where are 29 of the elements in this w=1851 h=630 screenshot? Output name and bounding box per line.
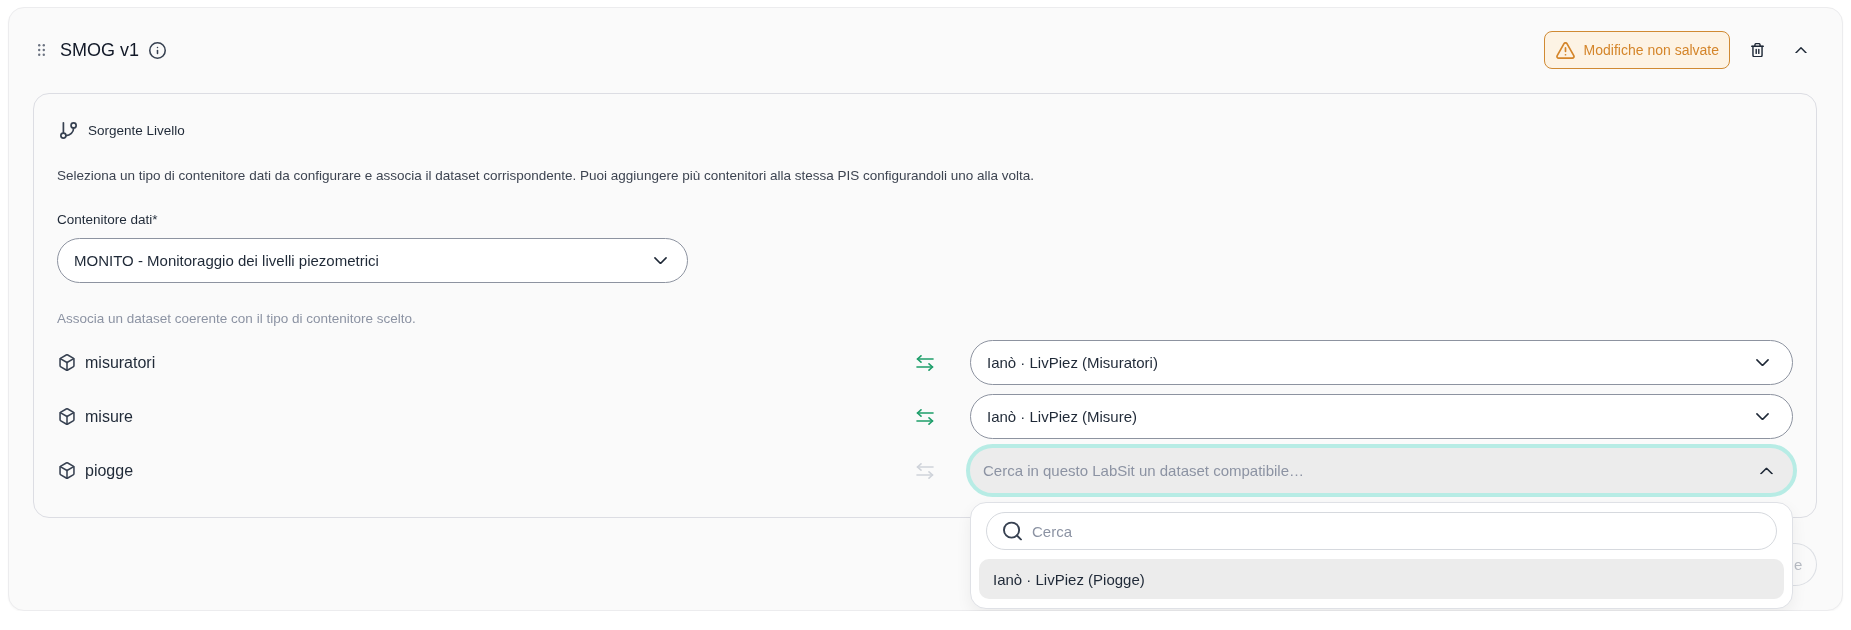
section-description: Seleziona un tipo di contenitore dati da configurare e associa il dataset corrispondente. Puoi aggiungere più contenitori alla stessa PIS configurandoli uno alla volta. [57, 167, 1036, 185]
dataset-select[interactable]: Cerca in questo LabSit un dataset compatibile… [966, 444, 1797, 497]
chevron-down-icon [1756, 412, 1769, 421]
dataset-select[interactable]: Ianò · LivPiez (Misuratori) [970, 340, 1793, 385]
card-title: SMOG v1 [60, 39, 139, 61]
cube-icon [59, 408, 75, 425]
branch-icon [60, 121, 77, 139]
chevron-up-icon [1760, 466, 1773, 475]
drag-handle-icon[interactable] [38, 44, 45, 56]
dataset-slot-name: misure [85, 407, 133, 426]
cube-icon [59, 462, 75, 479]
search-field[interactable]: Cerca [986, 512, 1777, 550]
dataset-slot-name: misuratori [85, 353, 156, 372]
field-label: Contenitore dati* [57, 211, 159, 229]
warning-icon [1555, 41, 1575, 59]
cube-icon [59, 354, 75, 371]
dropdown-option[interactable]: Ianò · LivPiez (Piogge) [979, 559, 1784, 599]
chevron-down-icon [654, 256, 667, 265]
unsaved-changes-text: Modifiche non salvate [1583, 42, 1719, 58]
container-select[interactable]: MONITO - Monitoraggio dei livelli piezometrici [57, 238, 688, 283]
chevron-up-icon [1795, 46, 1807, 54]
info-icon[interactable] [149, 41, 166, 59]
trash-icon [1750, 42, 1764, 58]
dataset-select[interactable]: Ianò · LivPiez (Misure) [970, 394, 1793, 439]
section-title: Sorgente Livello [88, 122, 185, 138]
hint-text: Associa un dataset coerente con il tipo di contenitore scelto. [57, 310, 417, 328]
chevron-down-icon [1756, 358, 1769, 367]
search-icon [1003, 521, 1022, 541]
dataset-slot-name: piogge [85, 461, 134, 480]
